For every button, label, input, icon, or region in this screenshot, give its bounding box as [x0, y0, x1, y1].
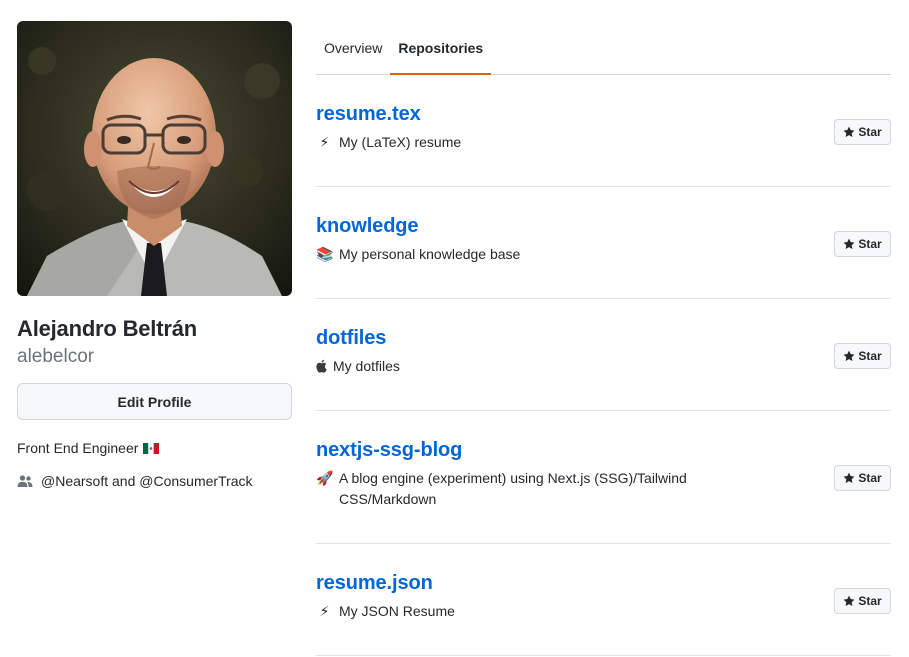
rocket-icon: 🚀 — [316, 470, 334, 486]
avatar[interactable] — [17, 21, 292, 296]
repo-description: 📚 My personal knowledge base — [316, 244, 736, 265]
star-icon — [843, 472, 855, 483]
edit-profile-button[interactable]: Edit Profile — [17, 383, 292, 420]
star-icon — [843, 595, 855, 606]
repo-description-text: A blog engine (experiment) using Next.js… — [339, 470, 687, 507]
star-button[interactable]: Star — [834, 465, 891, 491]
star-label: Star — [858, 237, 882, 251]
repo-item: dotfiles My dotfiles Star — [316, 299, 891, 411]
repo-description-text: My personal knowledge base — [339, 246, 521, 262]
profile-company: @Nearsoft and @ConsumerTrack — [17, 471, 292, 491]
repo-description: ⚡ My JSON Resume — [316, 601, 736, 622]
profile-page: Alejandro Beltrán alebelcor Edit Profile… — [0, 0, 909, 657]
star-button[interactable]: Star — [834, 343, 891, 369]
repo-description-text: My JSON Resume — [339, 603, 455, 619]
repo-name-link[interactable]: dotfiles — [316, 326, 386, 350]
main-content: Overview Repositories resume.tex ⚡ My (L… — [316, 21, 891, 656]
repo-item: knowledge 📚 My personal knowledge base S… — [316, 187, 891, 299]
apple-icon — [316, 359, 327, 373]
repo-item: resume.tex ⚡ My (LaTeX) resume Star — [316, 75, 891, 187]
repo-description: 🚀 A blog engine (experiment) using Next.… — [316, 468, 736, 510]
repo-name-link[interactable]: resume.tex — [316, 102, 421, 126]
mexico-flag-icon — [143, 442, 160, 454]
profile-sidebar: Alejandro Beltrán alebelcor Edit Profile… — [17, 21, 292, 491]
repo-description: My dotfiles — [316, 356, 736, 377]
books-icon: 📚 — [316, 246, 334, 262]
repo-item: resume.json ⚡ My JSON Resume Star — [316, 544, 891, 656]
profile-username: alebelcor — [17, 346, 95, 367]
star-label: Star — [858, 125, 882, 139]
profile-bio: Front End Engineer — [17, 438, 292, 458]
star-button[interactable]: Star — [834, 119, 891, 145]
repo-name-link[interactable]: knowledge — [316, 214, 419, 238]
repo-description-text: My dotfiles — [333, 358, 400, 374]
star-label: Star — [858, 349, 882, 363]
tab-overview[interactable]: Overview — [316, 22, 390, 75]
star-icon — [843, 238, 855, 249]
profile-full-name: Alejandro Beltrán — [17, 316, 197, 341]
company-text: @Nearsoft and @ConsumerTrack — [41, 473, 253, 489]
repo-name-link[interactable]: resume.json — [316, 571, 433, 595]
star-icon — [843, 126, 855, 137]
repo-description: ⚡ My (LaTeX) resume — [316, 132, 736, 153]
tab-repositories[interactable]: Repositories — [390, 22, 492, 75]
profile-tabs: Overview Repositories — [316, 21, 891, 75]
lightning-icon: ⚡ — [319, 134, 330, 150]
people-icon — [17, 475, 33, 487]
repo-item: nextjs-ssg-blog 🚀 A blog engine (experim… — [316, 411, 891, 544]
star-label: Star — [858, 471, 882, 485]
repo-description-text: My (LaTeX) resume — [339, 134, 462, 150]
star-button[interactable]: Star — [834, 231, 891, 257]
bio-text: Front End Engineer — [17, 440, 139, 456]
lightning-icon: ⚡ — [319, 603, 330, 619]
star-button[interactable]: Star — [834, 588, 891, 614]
repo-name-link[interactable]: nextjs-ssg-blog — [316, 438, 462, 462]
star-icon — [843, 350, 855, 361]
star-label: Star — [858, 594, 882, 608]
